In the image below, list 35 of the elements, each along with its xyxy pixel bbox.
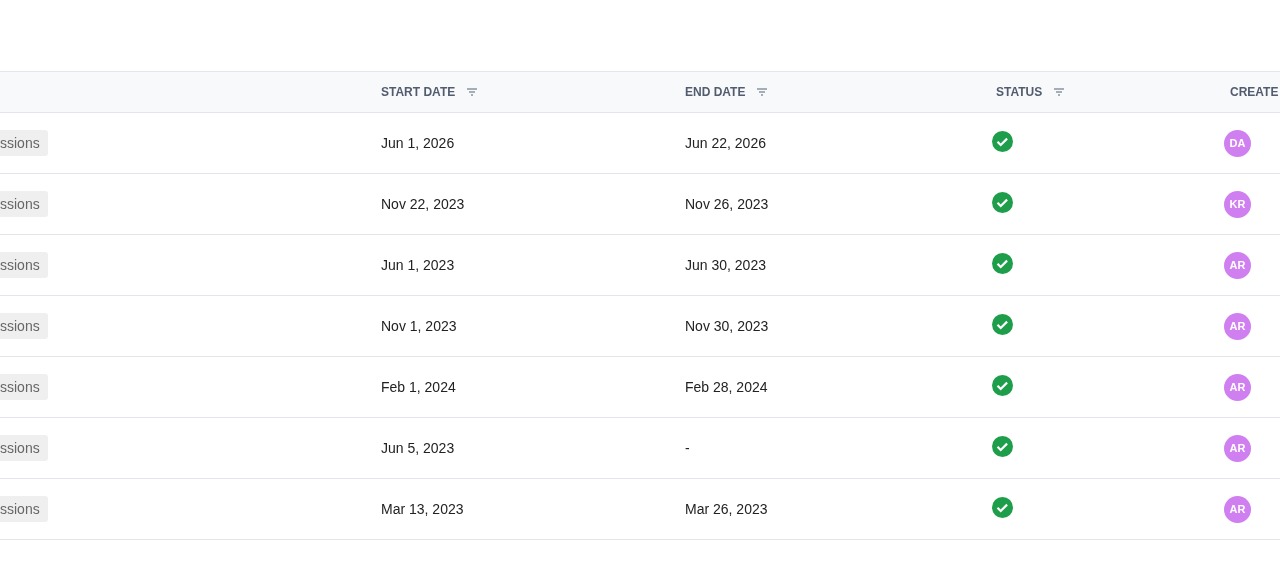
avatar: KR [1224, 190, 1251, 218]
tag-chip: ssions [0, 130, 48, 156]
tag-chip: ssions [0, 313, 48, 339]
avatar: AR [1224, 495, 1251, 523]
avatar: AR [1224, 373, 1251, 401]
filter-icon[interactable] [467, 88, 478, 96]
table-cell: Jun 22, 2026 [685, 135, 766, 151]
table-cell: Feb 1, 2024 [381, 379, 456, 395]
table-cell: Jun 30, 2023 [685, 257, 766, 273]
table-cell: Jun 5, 2023 [381, 440, 455, 456]
filter-icon[interactable] [1054, 88, 1065, 96]
table-cell: Nov 1, 2023 [381, 318, 457, 334]
tag-chip: ssions [0, 435, 48, 461]
table-cell: Nov 26, 2023 [685, 196, 769, 212]
table-cell: Nov 30, 2023 [685, 318, 769, 334]
avatar: AR [1224, 434, 1251, 462]
table-cell: Mar 13, 2023 [381, 501, 464, 517]
tag-chip: ssions [0, 191, 48, 217]
avatar: AR [1224, 251, 1251, 279]
column-header[interactable]: END DATE [685, 85, 746, 99]
filter-icon[interactable] [757, 88, 768, 96]
avatar: DA [1224, 129, 1251, 157]
table-cell: Nov 22, 2023 [381, 196, 465, 212]
tag-chip: ssions [0, 252, 48, 278]
column-header[interactable]: STATUS [996, 85, 1043, 99]
table-cell: - [685, 440, 690, 456]
column-header[interactable]: START DATE [381, 85, 456, 99]
column-header[interactable]: CREATE [1230, 85, 1279, 99]
table-cell: Mar 26, 2023 [685, 501, 768, 517]
table-cell: Feb 28, 2024 [685, 379, 768, 395]
table-cell: Jun 1, 2026 [381, 135, 455, 151]
table-cell: Jun 1, 2023 [381, 257, 455, 273]
tag-chip: ssions [0, 374, 48, 400]
tag-chip: ssions [0, 496, 48, 522]
avatar: AR [1224, 312, 1251, 340]
